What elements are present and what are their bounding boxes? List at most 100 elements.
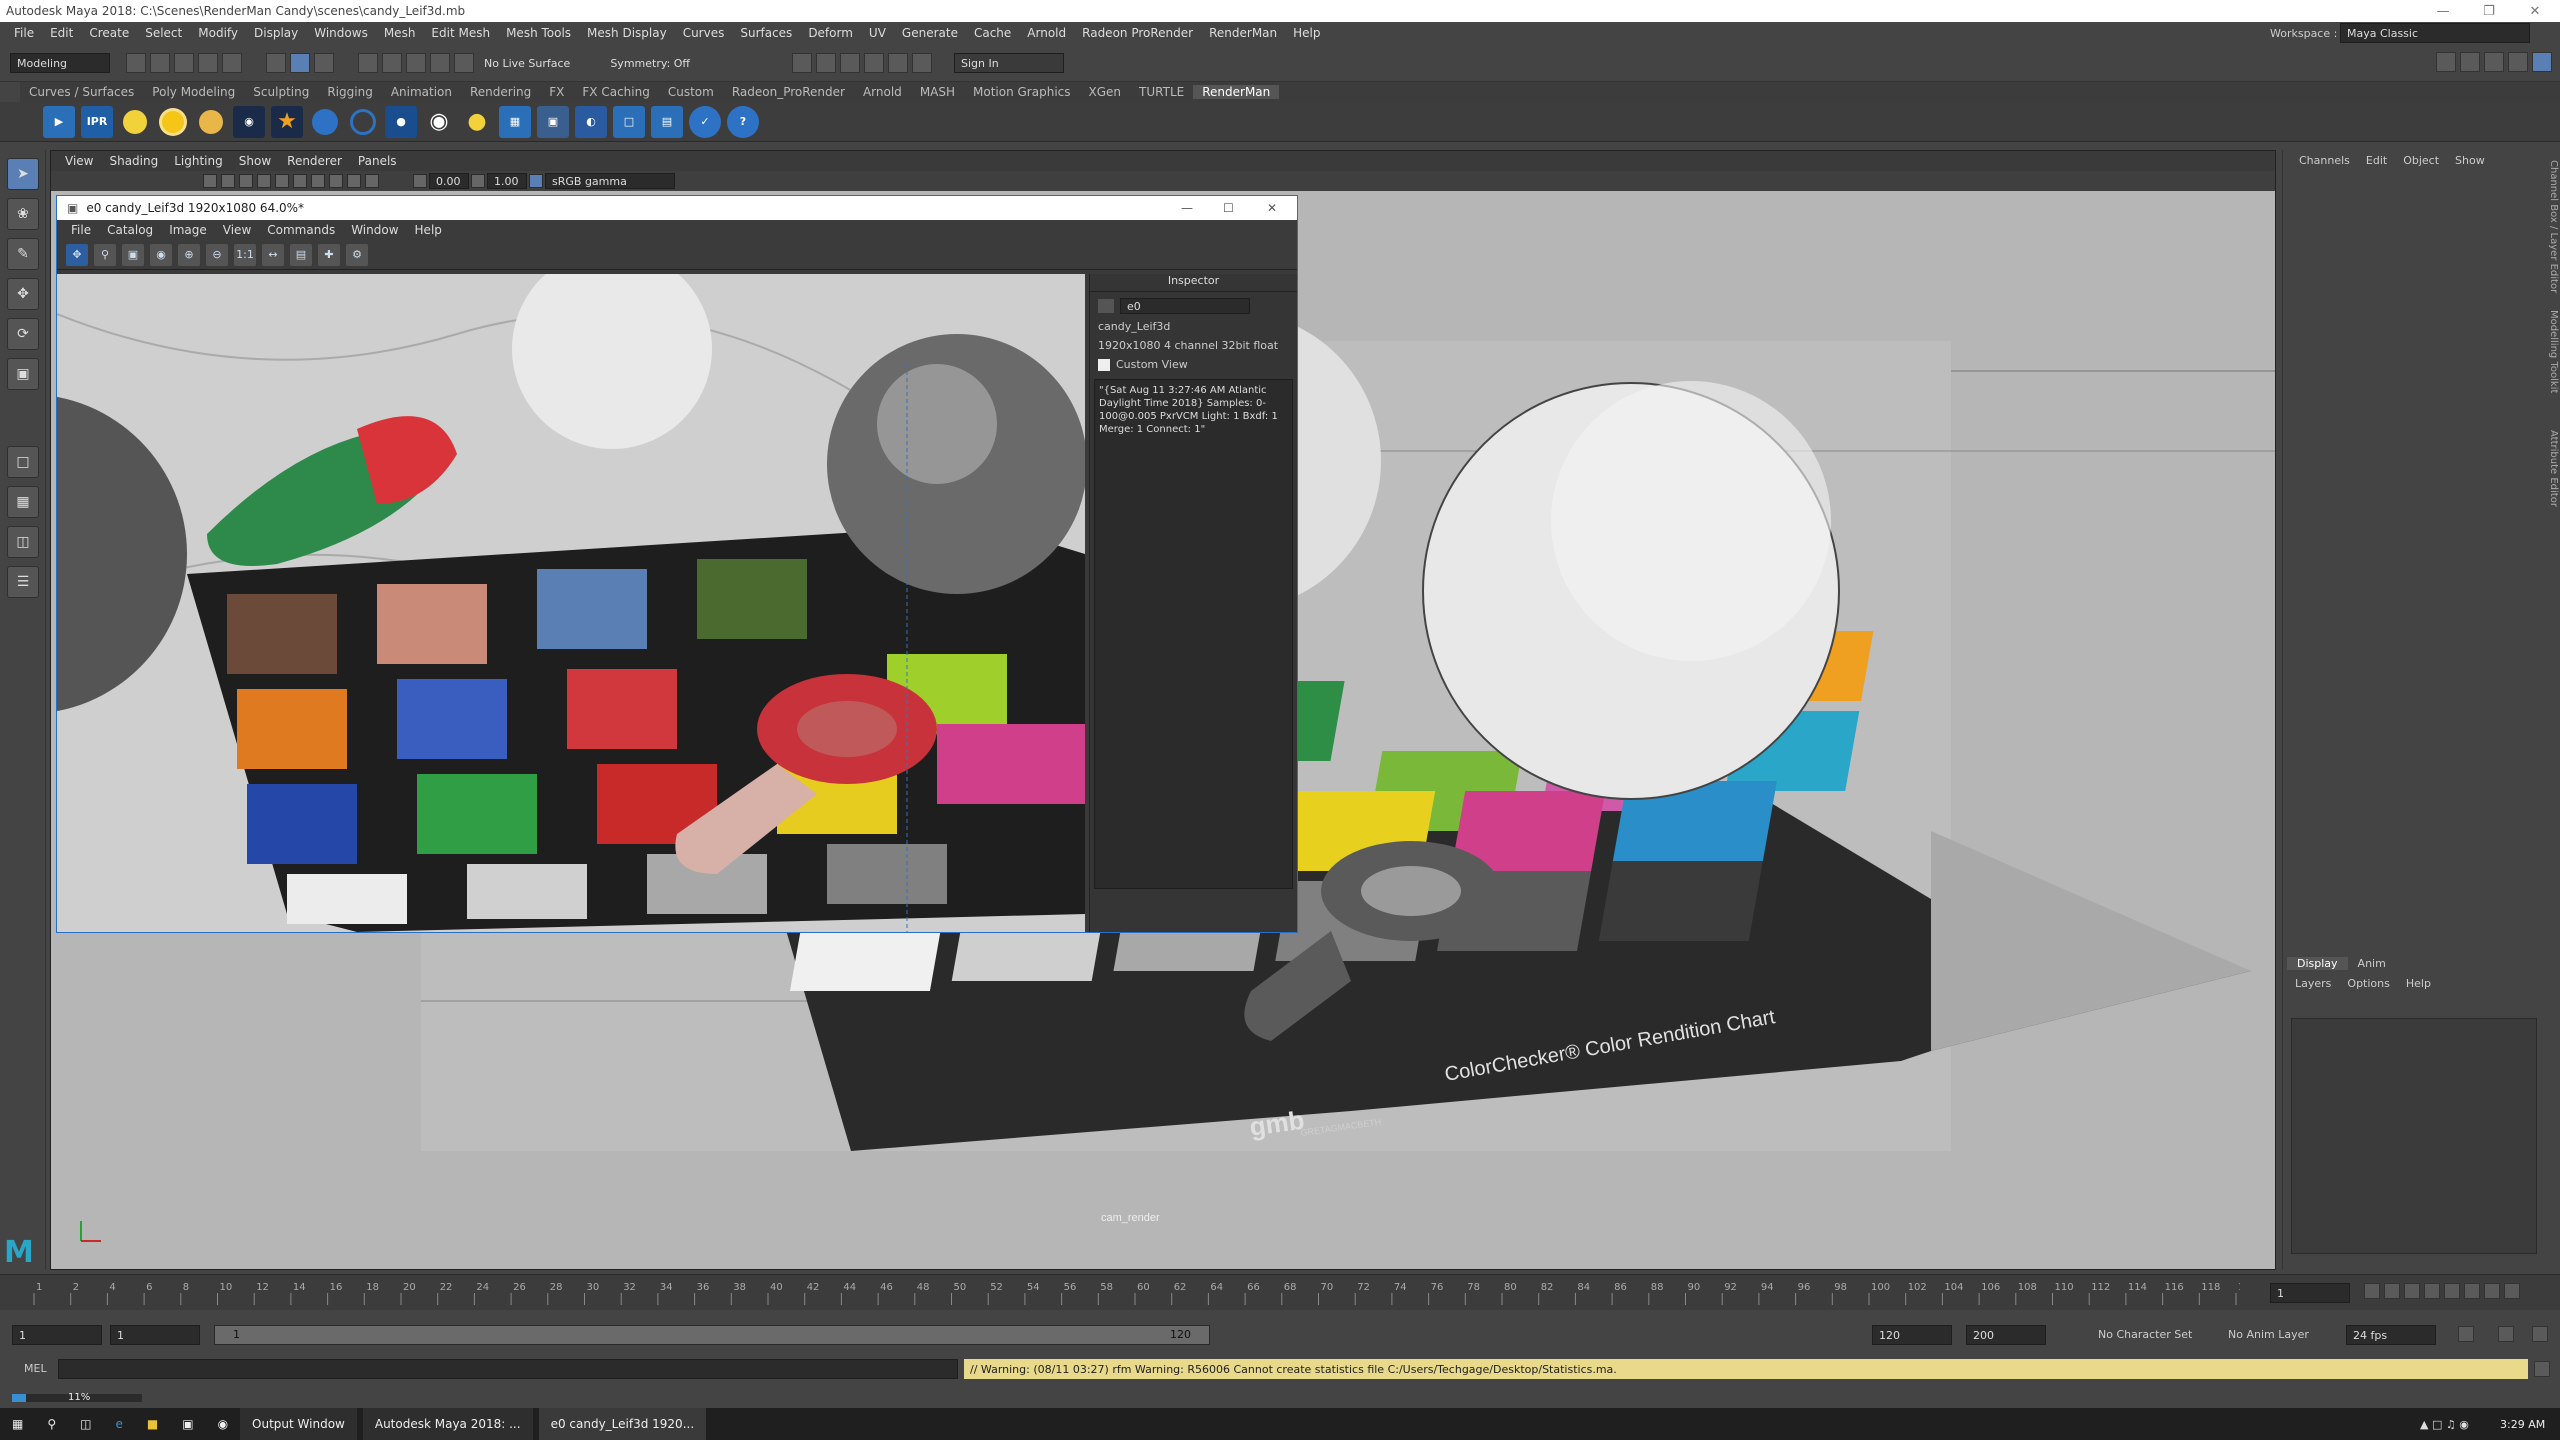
current-frame-field[interactable]: 1	[2270, 1283, 2350, 1303]
zoom-icon[interactable]: ⚲	[94, 243, 116, 266]
save-scene-icon[interactable]	[174, 53, 194, 73]
menu-display[interactable]: Display	[246, 26, 306, 40]
edge-icon[interactable]: e	[103, 1408, 134, 1440]
bookmark-icon[interactable]	[221, 174, 235, 188]
shelf-tab-rigging[interactable]: Rigging	[318, 85, 381, 99]
eye-icon[interactable]: ◉	[423, 106, 455, 138]
step-back-key-icon[interactable]	[2384, 1283, 2400, 1299]
cb-menu-channels[interactable]: Channels	[2291, 154, 2358, 167]
pxr-disney-icon[interactable]	[347, 106, 379, 138]
snap-view-icon[interactable]	[430, 53, 450, 73]
scale-tool-icon[interactable]: ▣	[7, 358, 39, 390]
play-back-icon[interactable]	[2424, 1283, 2440, 1299]
gamma-icon[interactable]	[471, 174, 485, 188]
image-name-field[interactable]: e0	[1120, 298, 1250, 314]
material-icon[interactable]: ●	[385, 105, 417, 138]
menu-generate[interactable]: Generate	[894, 26, 966, 40]
layout-icon[interactable]	[2436, 52, 2456, 72]
steam-icon[interactable]: ◉	[206, 1408, 240, 1440]
step-forward-key-icon[interactable]	[2484, 1283, 2500, 1299]
render-view-icon[interactable]	[888, 53, 909, 73]
rw-menu-commands[interactable]: Commands	[259, 223, 343, 237]
exposure-icon[interactable]	[413, 174, 427, 188]
menu-curves[interactable]: Curves	[675, 26, 733, 40]
time-slider[interactable]: 1 2 4 6 8 10 12 14 16 18 20 22 24 26 28 30 32 34 36 38 40 42 4…	[0, 1274, 2560, 1310]
layer-menu-layers[interactable]: Layers	[2287, 977, 2339, 990]
start-frame-field[interactable]: 1	[12, 1325, 102, 1345]
taskbar-render-window[interactable]: e0 candy_Leif3d 1920...	[538, 1408, 707, 1440]
render-window[interactable]: ▣ e0 candy_Leif3d 1920x1080 64.0%* — ☐ ✕…	[56, 195, 1298, 933]
menu-mesh[interactable]: Mesh	[376, 26, 424, 40]
auto-key-icon[interactable]	[2498, 1326, 2514, 1342]
exposure-field[interactable]: 0.00	[429, 173, 469, 189]
pause-icon[interactable]	[912, 53, 933, 73]
shelf-tab-sculpting[interactable]: Sculpting	[244, 85, 318, 99]
custom-view-checkbox[interactable]	[1098, 358, 1110, 371]
explorer-icon[interactable]: ■	[135, 1408, 170, 1440]
help-icon[interactable]: ?	[727, 105, 759, 138]
wireframe-icon[interactable]	[275, 174, 289, 188]
volume-icon[interactable]: ◐	[575, 105, 607, 138]
menu-edit[interactable]: Edit	[42, 26, 81, 40]
ipr-render-icon[interactable]	[816, 53, 837, 73]
shelf-tab-xgen[interactable]: XGen	[1080, 85, 1131, 99]
restore-icon[interactable]: ❐	[2466, 0, 2512, 22]
sun-light-icon[interactable]	[157, 106, 189, 138]
vp-menu-shading[interactable]: Shading	[101, 154, 166, 168]
layer-tab-anim[interactable]: Anim	[2348, 957, 2396, 970]
side-by-side-icon[interactable]: ◫	[7, 526, 39, 558]
script-editor-icon[interactable]	[2534, 1361, 2550, 1377]
render-settings-grid-icon[interactable]: ▦	[499, 105, 531, 138]
camera-attr-icon[interactable]	[203, 174, 217, 188]
step-back-icon[interactable]	[2404, 1283, 2420, 1299]
paint-select-icon[interactable]: ✎	[7, 238, 39, 270]
shelf-tab-animation[interactable]: Animation	[382, 85, 461, 99]
rotate-tool-icon[interactable]: ⟳	[7, 318, 39, 350]
rw-maximize-icon[interactable]: ☐	[1223, 201, 1234, 215]
lasso-tool-icon[interactable]: ❀	[7, 198, 39, 230]
dome-light-icon[interactable]	[195, 106, 227, 138]
flip-icon[interactable]: ↔	[262, 243, 284, 266]
rw-menu-file[interactable]: File	[63, 223, 99, 237]
zoom-in-icon[interactable]: ⊕	[178, 243, 200, 266]
attribute-editor-icon[interactable]	[2484, 52, 2504, 72]
shelf-tab-fx-caching[interactable]: FX Caching	[573, 85, 658, 99]
vp-menu-panels[interactable]: Panels	[350, 154, 405, 168]
frame-image-icon[interactable]: ▣	[122, 243, 144, 266]
new-scene-icon[interactable]	[126, 53, 146, 73]
layer-tab-display[interactable]: Display	[2287, 956, 2348, 970]
close-icon[interactable]: ✕	[2512, 0, 2558, 22]
layer-menu-help[interactable]: Help	[2398, 977, 2439, 990]
rw-menu-catalog[interactable]: Catalog	[99, 223, 161, 237]
menu-cache[interactable]: Cache	[966, 26, 1019, 40]
snap-surface-icon[interactable]	[454, 53, 474, 73]
go-end-icon[interactable]	[2504, 1283, 2520, 1299]
redo-icon[interactable]	[222, 53, 242, 73]
hypershade-icon[interactable]	[864, 53, 885, 73]
channel-box-icon[interactable]	[2532, 52, 2552, 72]
menu-radeon[interactable]: Radeon ProRender	[1074, 26, 1201, 40]
live-surface-label[interactable]: No Live Surface	[484, 57, 570, 70]
command-language[interactable]: MEL	[24, 1362, 47, 1375]
taskbar-output-window[interactable]: Output Window	[240, 1408, 357, 1440]
store-icon[interactable]: ▣	[170, 1408, 205, 1440]
camera-icon[interactable]: □	[613, 105, 645, 138]
color-space-select[interactable]: sRGB gamma	[545, 173, 675, 189]
menu-windows[interactable]: Windows	[306, 26, 376, 40]
snap-curve-icon[interactable]	[382, 53, 402, 73]
character-set-label[interactable]: No Character Set	[2098, 1328, 2192, 1341]
lights-icon[interactable]	[329, 174, 343, 188]
shelf-tab-poly[interactable]: Poly Modeling	[143, 85, 244, 99]
cb-menu-object[interactable]: Object	[2395, 154, 2447, 167]
pan-icon[interactable]: ✥	[66, 243, 88, 266]
modeling-toolkit-icon[interactable]	[2460, 52, 2480, 72]
menu-modify[interactable]: Modify	[190, 26, 246, 40]
minimize-icon[interactable]: —	[2420, 0, 2466, 22]
grid-icon[interactable]	[257, 174, 271, 188]
open-scene-icon[interactable]	[150, 53, 170, 73]
go-start-icon[interactable]	[2364, 1283, 2380, 1299]
shelf-tab-custom[interactable]: Custom	[659, 85, 723, 99]
inspector-notes[interactable]: "{Sat Aug 11 3:27:46 AM Atlantic Dayligh…	[1094, 379, 1293, 889]
zoom-out-icon[interactable]: ⊖	[206, 243, 228, 266]
mode-select[interactable]: Modeling	[10, 53, 110, 73]
